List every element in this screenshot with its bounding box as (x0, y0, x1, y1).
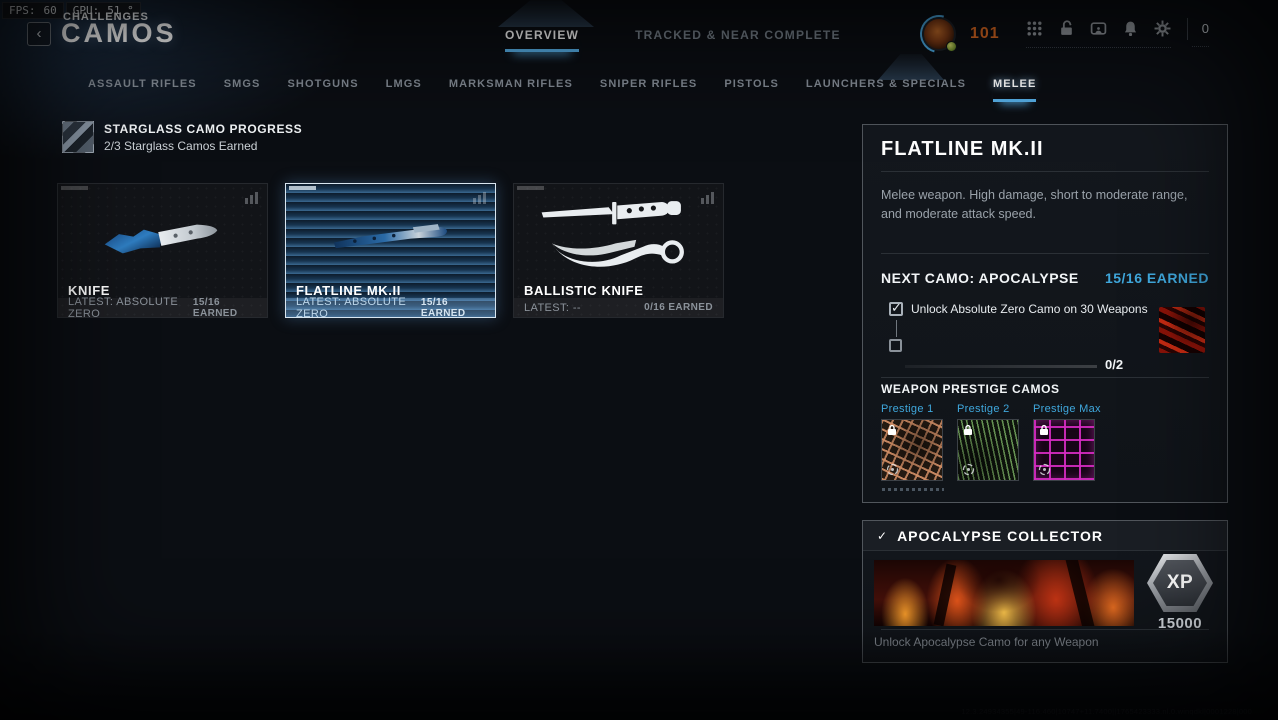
tab-tracked-near-complete[interactable]: TRACKED & NEAR COMPLETE (635, 28, 841, 52)
fps-value: 60 (43, 4, 57, 17)
tab-lmgs[interactable]: LMGS (386, 78, 422, 102)
next-camo-label: NEXT CAMO: APOCALYPSE (881, 270, 1079, 286)
collector-footer: Unlock Apocalypse Camo for any Weapon (874, 635, 1099, 649)
weapon-latest-camo: LATEST: -- (524, 301, 581, 314)
social-count: 0 (1201, 21, 1209, 36)
tab-overview[interactable]: OVERVIEW (505, 28, 580, 52)
challenge-step2-checkbox (889, 339, 902, 352)
challenge-task-text: Unlock Absolute Zero Camo on 30 Weapons (911, 302, 1148, 316)
starglass-subtitle: 2/3 Starglass Camos Earned (104, 138, 258, 153)
apps-grid-icon[interactable] (1026, 20, 1043, 37)
collector-header: ✓ APOCALYPSE COLLECTOR (863, 521, 1227, 551)
prestige-1-progress (882, 488, 944, 491)
build-version: 12.3.24934355|49-116.460|10747+11.7400||… (961, 707, 1252, 716)
weapon-description: Melee weapon. High damage, short to mode… (881, 188, 1188, 221)
detail-weapon-title: FLATLINE MK.II (881, 138, 1044, 160)
next-camo-earned: 15/16 EARNED (1104, 270, 1209, 286)
card-info-strip: LATEST: ABSOLUTE ZERO 15/16 EARNED (58, 295, 267, 320)
check-icon: ✓ (891, 300, 902, 315)
back-icon: ‹ (36, 25, 42, 42)
divider (881, 253, 1209, 254)
settings-gear-icon[interactable] (1154, 20, 1171, 37)
weapon-card-flatline[interactable]: FLATLINE MK.II LATEST: ABSOLUTE ZERO 15/… (285, 183, 496, 320)
starglass-camo-icon (62, 121, 94, 153)
tab-smgs[interactable]: SMGS (224, 78, 261, 102)
lock-icon (888, 424, 896, 435)
tab-assault-rifles[interactable]: ASSAULT RIFLES (88, 78, 197, 102)
prestige-2-camo-swatch[interactable] (957, 419, 1019, 481)
weapon-latest-camo: LATEST: ABSOLUTE ZERO (68, 295, 179, 320)
step-connector (896, 320, 897, 337)
tab-launchers-specials[interactable]: LAUNCHERS & SPECIALS (806, 78, 966, 102)
card-info-strip: LATEST: ABSOLUTE ZERO 15/16 EARNED (286, 295, 495, 320)
divider (881, 629, 1209, 630)
overview-spotlight (498, 0, 594, 27)
prestige-max-camo-swatch[interactable] (1033, 419, 1095, 481)
divider (881, 377, 1209, 378)
lock-icon (1040, 424, 1048, 435)
tab-shotguns[interactable]: SHOTGUNS (288, 78, 359, 102)
knife-image (58, 184, 267, 281)
header-icon-row (1025, 20, 1171, 48)
unlock-icon[interactable] (1058, 20, 1075, 37)
recorder-icon[interactable] (1090, 20, 1107, 37)
player-level: 101 (970, 25, 1000, 42)
lock-icon (964, 424, 972, 435)
prestige-1-label: Prestige 1 (881, 403, 934, 415)
prestige-2-item: Prestige 2 (957, 403, 1021, 481)
apocalypse-artwork (874, 560, 1134, 626)
main-tabs: OVERVIEW TRACKED & NEAR COMPLETE (505, 28, 841, 52)
tab-melee[interactable]: MELEE (993, 78, 1037, 102)
fps-counter: FPS: 60 (2, 2, 64, 19)
tab-marksman-rifles[interactable]: MARKSMAN RIFLES (449, 78, 573, 102)
tab-sniper-rifles[interactable]: SNIPER RIFLES (600, 78, 697, 102)
apocalypse-collector-panel[interactable]: ✓ APOCALYPSE COLLECTOR XP 15000 Unlock A… (862, 520, 1228, 663)
faction-emblem-icon (886, 463, 899, 476)
prestige-heading: WEAPON PRESTIGE CAMOS (881, 382, 1060, 396)
challenge-step1-checkbox: ✓ (889, 300, 903, 316)
starglass-title: STARGLASS CAMO PROGRESS (104, 121, 303, 136)
weapon-card-ballistic-knife[interactable]: BALLISTIC KNIFE LATEST: -- 0/16 EARNED (513, 183, 724, 318)
topbar-right: 101 0 (922, 17, 1209, 52)
collector-title: APOCALYPSE COLLECTOR (897, 527, 1103, 544)
card-info-strip: LATEST: -- 0/16 EARNED (514, 298, 723, 317)
xp-badge: XP (1147, 554, 1213, 612)
weapon-card-knife[interactable]: KNIFE LATEST: ABSOLUTE ZERO 15/16 EARNED (57, 183, 268, 320)
camos-screen: FPS: 60 GPU: 51 ° ‹ CHALLENGES CAMOS OVE… (0, 0, 1278, 720)
weapon-detail-panel: FLATLINE MK.II Melee weapon. High damage… (862, 124, 1228, 503)
notifications-bell-icon[interactable] (1122, 20, 1139, 37)
back-button[interactable]: ‹ (27, 22, 51, 46)
xp-label: XP (1153, 560, 1207, 606)
melee-spotlight (878, 54, 944, 80)
starglass-progress: STARGLASS CAMO PROGRESS 2/3 Starglass Ca… (62, 121, 302, 153)
prestige-2-label: Prestige 2 (957, 403, 1010, 415)
flatline-image (286, 184, 495, 281)
page-title: CAMOS (61, 18, 177, 48)
weapon-name: BALLISTIC KNIFE (524, 283, 644, 298)
faction-emblem-icon (962, 463, 975, 476)
prestige-max-label: Prestige Max (1033, 403, 1101, 415)
header-divider (1186, 18, 1188, 40)
weapon-latest-camo: LATEST: ABSOLUTE ZERO (296, 295, 407, 320)
player-avatar[interactable] (922, 17, 957, 52)
weapon-earned-count: 0/16 EARNED (644, 302, 713, 313)
prestige-max-item: Prestige Max (1033, 403, 1101, 481)
fps-label: FPS: (9, 4, 36, 17)
weapon-earned-count: 15/16 EARNED (192, 296, 238, 319)
ballistic-knife-image (514, 184, 723, 281)
challenge-progress-count: 0/2 (1105, 357, 1124, 372)
prestige-1-item: Prestige 1 (881, 403, 945, 491)
apocalypse-camo-swatch (1159, 307, 1205, 353)
divider (881, 171, 1209, 172)
avatar-badge (946, 41, 957, 52)
faction-emblem-icon (1038, 463, 1051, 476)
prestige-1-camo-swatch[interactable] (881, 419, 944, 491)
weapon-earned-count: 15/16 EARNED (420, 296, 466, 319)
challenge-progress-bar (905, 365, 1097, 368)
check-icon: ✓ (877, 528, 888, 543)
social-group[interactable]: 0 (1191, 21, 1209, 47)
weapon-category-tabs: ASSAULT RIFLES SMGS SHOTGUNS LMGS MARKSM… (88, 78, 1037, 102)
tab-pistols[interactable]: PISTOLS (724, 78, 779, 102)
